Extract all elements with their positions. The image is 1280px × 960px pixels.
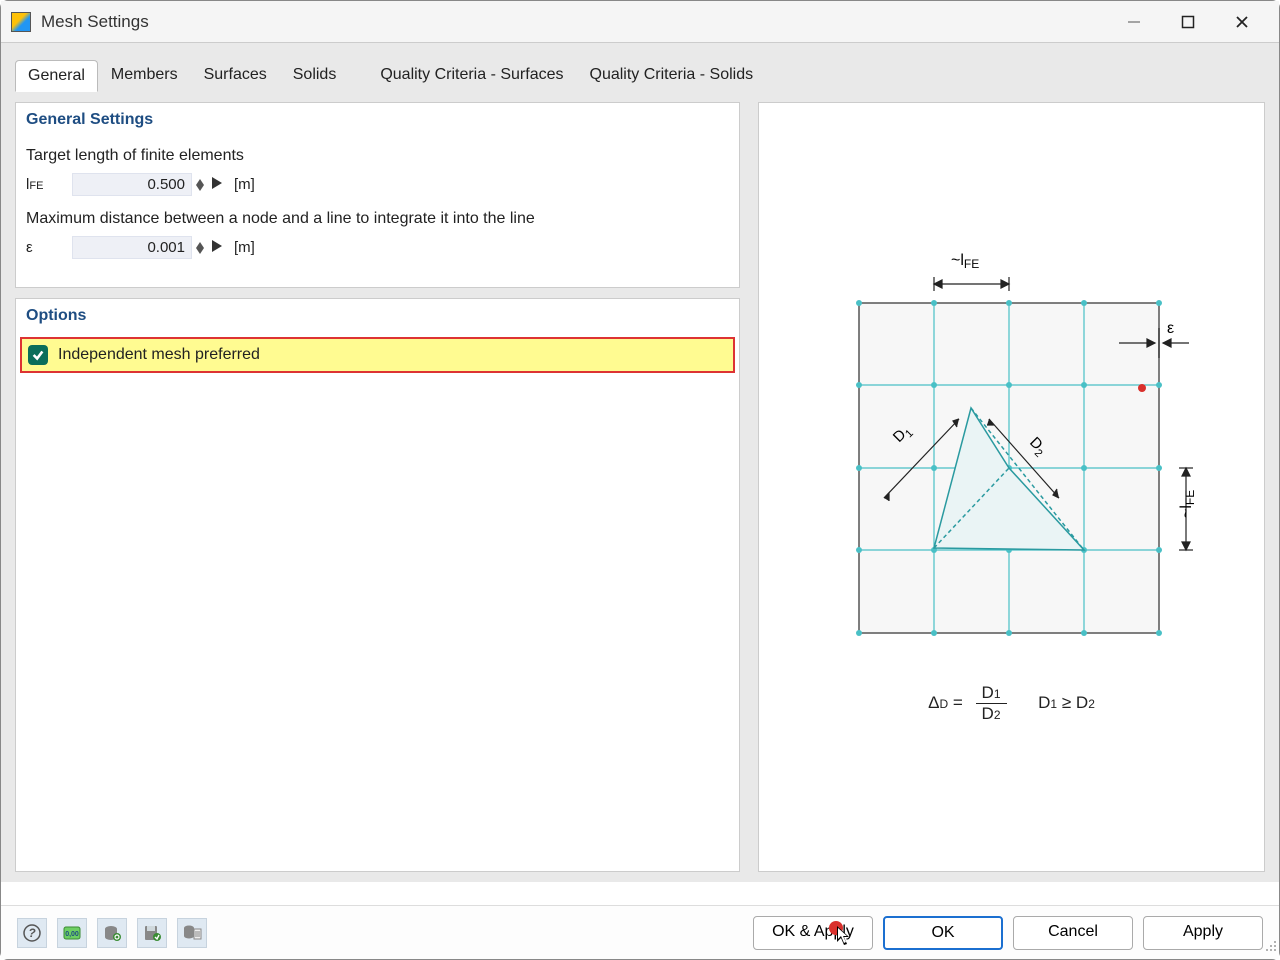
tab-quality-solids[interactable]: Quality Criteria - Solids <box>577 59 767 91</box>
independent-mesh-option[interactable]: Independent mesh preferred <box>20 337 735 373</box>
maxdist-label: Maximum distance between a node and a li… <box>26 210 729 228</box>
tabbar: General Members Surfaces Solids Quality … <box>1 43 1279 92</box>
general-settings-panel: General Settings Target length of finite… <box>15 102 740 288</box>
titlebar: Mesh Settings <box>1 1 1279 43</box>
work-area: General Settings Target length of finite… <box>1 92 1279 882</box>
target-length-unit: [m] <box>234 176 255 193</box>
window-controls <box>1122 10 1269 34</box>
bottom-bar: ? 0,00 OK & Apply OK Cancel Apply <box>1 905 1279 959</box>
independent-mesh-checkbox[interactable] <box>28 345 48 365</box>
tab-surfaces[interactable]: Surfaces <box>191 59 280 91</box>
minimize-button[interactable] <box>1122 10 1146 34</box>
cursor-icon <box>837 926 853 951</box>
app-icon <box>11 12 31 32</box>
formula-delta: ΔD <box>928 693 948 712</box>
maxdist-picker[interactable] <box>212 239 222 257</box>
window-title: Mesh Settings <box>41 12 149 32</box>
svg-text:?: ? <box>28 926 36 940</box>
units-icon[interactable]: 0,00 <box>57 918 87 948</box>
formula: ΔD = D1 D2 D1 ≥ D2 <box>759 683 1264 724</box>
ok-apply-button[interactable]: OK & Apply <box>753 916 873 950</box>
formula-eq: = <box>953 693 963 712</box>
tab-quality-surfaces[interactable]: Quality Criteria - Surfaces <box>367 59 576 91</box>
left-column: General Settings Target length of finite… <box>15 102 740 872</box>
target-length-row: lFE 0.500 [m] <box>26 173 729 196</box>
maxdist-spinner[interactable] <box>196 242 204 254</box>
tab-general[interactable]: General <box>15 60 98 92</box>
maximize-button[interactable] <box>1176 10 1200 34</box>
db-list-icon[interactable] <box>177 918 207 948</box>
mesh-diagram: D1 D2 ~lFE <box>839 243 1199 648</box>
right-dim-label: ~lFE <box>1178 490 1197 518</box>
tab-members[interactable]: Members <box>98 59 191 91</box>
target-length-spinner[interactable] <box>196 179 204 191</box>
maxdist-input[interactable]: 0.001 <box>72 236 192 259</box>
target-length-input[interactable]: 0.500 <box>72 173 192 196</box>
external-node-icon <box>1138 384 1146 392</box>
target-length-picker[interactable] <box>212 176 222 194</box>
action-buttons: OK & Apply OK Cancel Apply <box>753 916 1263 950</box>
eps-label: ε <box>1167 320 1174 337</box>
ok-button[interactable]: OK <box>883 916 1003 950</box>
maxdist-symbol: ε <box>26 239 64 256</box>
maxdist-unit: [m] <box>234 239 255 256</box>
close-button[interactable] <box>1230 10 1254 34</box>
target-length-label: Target length of finite elements <box>26 147 729 165</box>
toolbar: ? 0,00 <box>17 918 207 948</box>
formula-fraction: D1 D2 <box>976 683 1007 724</box>
svg-text:0,00: 0,00 <box>65 931 79 938</box>
preview-panel: D1 D2 ~lFE <box>758 102 1265 872</box>
formula-rhs: D1 ≥ D2 <box>1038 693 1095 712</box>
top-dim-label: ~lFE <box>951 252 979 271</box>
maxdist-row: ε 0.001 [m] <box>26 236 729 259</box>
tab-solids[interactable]: Solids <box>280 59 350 91</box>
general-settings-heading: General Settings <box>16 103 739 137</box>
refresh-db-icon[interactable] <box>97 918 127 948</box>
options-heading: Options <box>16 299 739 333</box>
resize-grip-icon[interactable] <box>1263 938 1277 957</box>
target-length-symbol: lFE <box>26 176 64 193</box>
apply-button[interactable]: Apply <box>1143 916 1263 950</box>
help-icon[interactable]: ? <box>17 918 47 948</box>
cancel-button[interactable]: Cancel <box>1013 916 1133 950</box>
save-db-icon[interactable] <box>137 918 167 948</box>
independent-mesh-label: Independent mesh preferred <box>58 346 260 364</box>
options-panel: Options Independent mesh preferred <box>15 298 740 872</box>
